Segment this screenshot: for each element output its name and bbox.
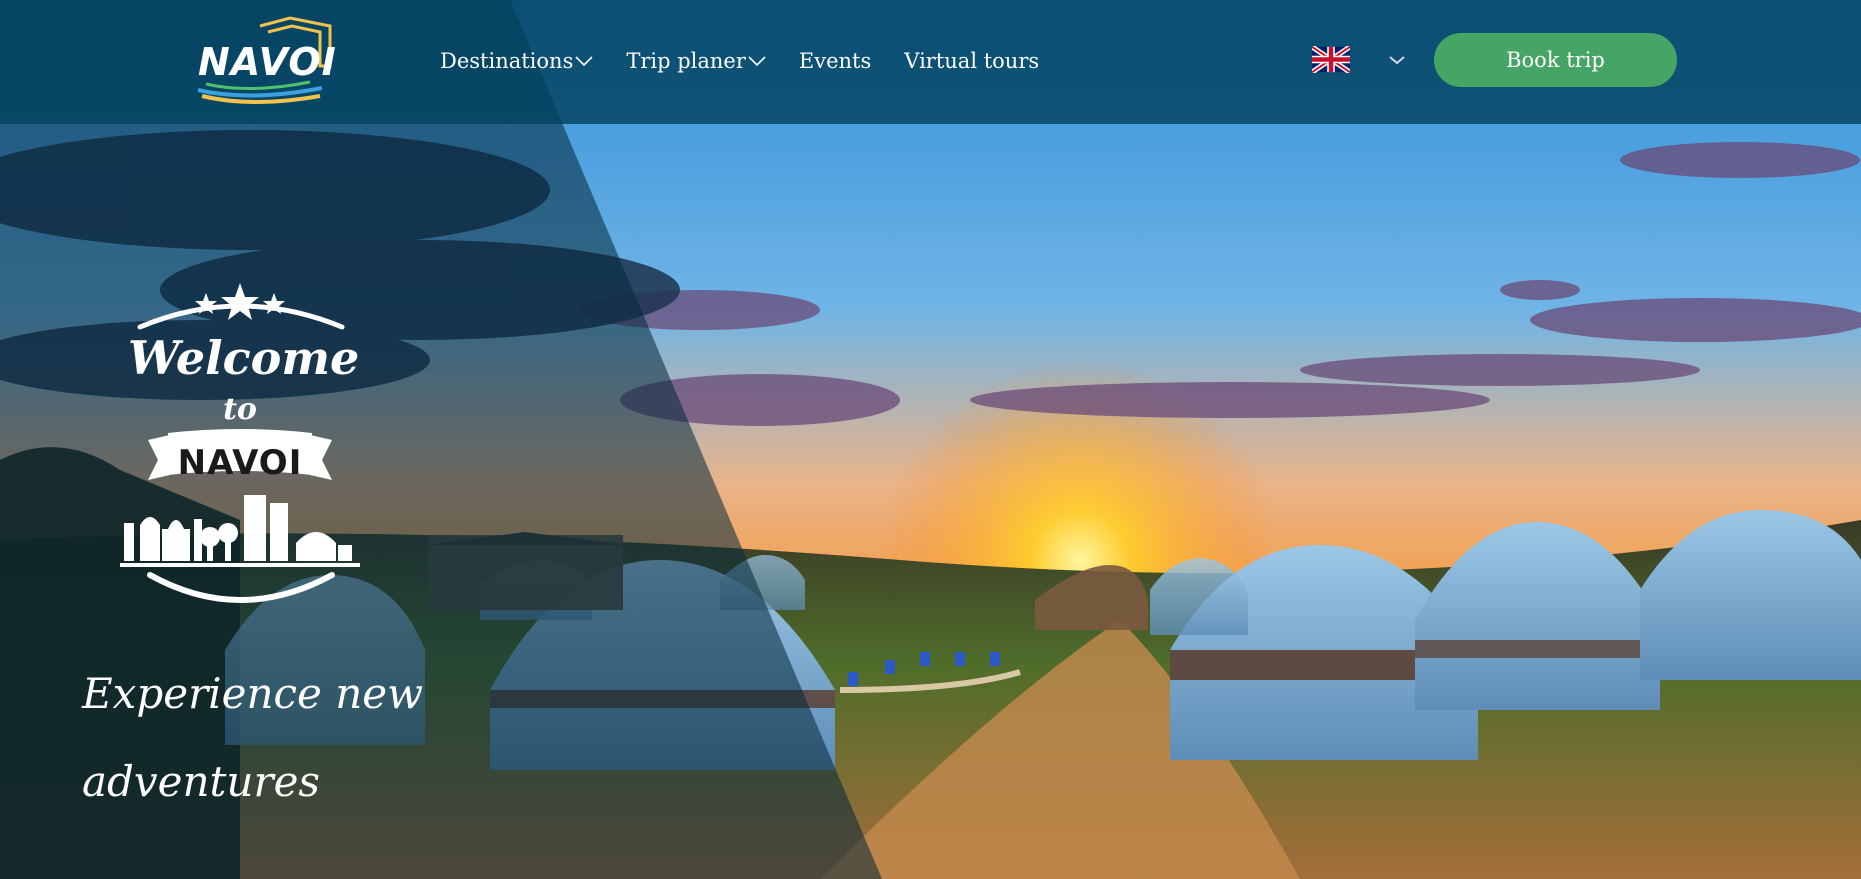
nav-events[interactable]: Events [799, 49, 871, 73]
language-selector[interactable] [1312, 46, 1406, 73]
chevron-down-icon [1389, 55, 1405, 64]
tagline-line-2: adventures [82, 757, 320, 806]
chevron-down-icon [575, 56, 593, 67]
nav-events-label: Events [798, 49, 872, 73]
nav-virtual-tours-label: Virtual tours [904, 49, 1040, 73]
tagline-line-1: Experience new [82, 669, 424, 718]
nav-destinations-label: Destinations [440, 49, 574, 73]
navoi-logo[interactable]: NAVOI [190, 14, 340, 106]
nav-trip-planer-label: Trip planer [626, 49, 746, 73]
nav-destinations[interactable]: Destinations [440, 49, 593, 73]
hero-tagline: Experience new adventures [82, 650, 502, 826]
top-header: NAVOI Destinations Trip planer Events Vi… [0, 0, 1861, 124]
uk-flag-icon [1312, 46, 1350, 73]
welcome-emblem: Welcome to NAVOI [110, 275, 370, 625]
book-trip-button[interactable]: Book trip [1434, 33, 1677, 87]
logo-text: NAVOI [198, 40, 337, 84]
main-nav: Destinations Trip planer Events Virtual … [440, 44, 1072, 78]
nav-trip-planer[interactable]: Trip planer [626, 49, 766, 73]
chevron-down-icon [748, 56, 766, 67]
welcome-script: Welcome [128, 331, 360, 385]
nav-virtual-tours[interactable]: Virtual tours [904, 49, 1039, 73]
welcome-to-script: to [223, 392, 257, 427]
emblem-city-name: NAVOI [177, 443, 303, 483]
